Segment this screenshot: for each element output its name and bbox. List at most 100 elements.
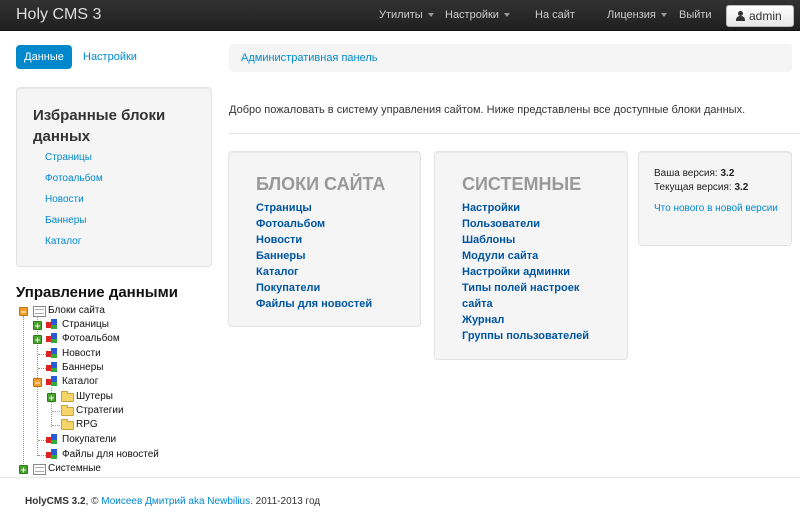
tree-label: Страницы bbox=[62, 319, 109, 330]
collapse-icon[interactable]: − bbox=[33, 378, 42, 388]
footer-product: HolyCMS 3.2 bbox=[25, 496, 86, 507]
collapse-icon[interactable]: − bbox=[19, 307, 28, 317]
current-version-label: Текущая версия: bbox=[654, 182, 732, 193]
nav-logout-link[interactable]: Выйти bbox=[679, 9, 712, 21]
tab-data[interactable]: Данные bbox=[16, 45, 72, 69]
site-link-catalog[interactable]: Каталог bbox=[256, 266, 299, 278]
favorite-link-pages[interactable]: Страницы bbox=[45, 152, 92, 163]
tree-guide bbox=[38, 368, 46, 369]
favorite-link-news[interactable]: Новости bbox=[45, 194, 84, 205]
welcome-text: Добро пожаловать в систему управления са… bbox=[229, 104, 746, 116]
favorites-panel: Избранные блоки данных Страницы Фотоальб… bbox=[16, 87, 212, 267]
tree-label: Шутеры bbox=[76, 391, 113, 402]
tab-settings[interactable]: Настройки bbox=[83, 51, 137, 63]
nav-to-site-link[interactable]: На сайт bbox=[535, 9, 575, 21]
nav-license-menu[interactable]: Лицензия bbox=[607, 9, 667, 21]
system-link-users[interactable]: Пользователи bbox=[462, 218, 540, 230]
tree-guide bbox=[52, 425, 60, 426]
footer-years: 2011-2013 год bbox=[252, 496, 321, 507]
block-icon bbox=[46, 333, 59, 344]
breadcrumb: Административная панель bbox=[229, 44, 792, 72]
site-link-news[interactable]: Новости bbox=[256, 234, 302, 246]
footer-text: HolyCMS 3.2, © Моисеев Дмитрий aka Newbi… bbox=[25, 496, 320, 507]
expand-icon[interactable]: + bbox=[47, 393, 56, 403]
tree-label: Баннеры bbox=[62, 362, 104, 373]
site-link-news-files[interactable]: Файлы для новостей bbox=[256, 298, 372, 310]
site-link-album[interactable]: Фотоальбом bbox=[256, 218, 325, 230]
system-link-templates[interactable]: Шаблоны bbox=[462, 234, 515, 246]
site-link-buyers[interactable]: Покупатели bbox=[256, 282, 320, 294]
block-icon bbox=[46, 362, 59, 373]
tree-label: Новости bbox=[62, 348, 101, 359]
footer: HolyCMS 3.2, © Моисеев Дмитрий aka Newbi… bbox=[0, 477, 800, 515]
current-version-value: 3.2 bbox=[734, 182, 749, 193]
footer-copyright: , © bbox=[85, 496, 102, 507]
your-version-value: 3.2 bbox=[720, 168, 735, 179]
expand-icon[interactable]: + bbox=[33, 321, 42, 331]
system-link-modules[interactable]: Модули сайта bbox=[462, 250, 538, 262]
site-link-pages[interactable]: Страницы bbox=[256, 202, 312, 214]
version-panel: Ваша версия: 3.2 Текущая версия: 3.2 Что… bbox=[638, 151, 792, 246]
tree-guide bbox=[38, 440, 46, 441]
tree-label: Стратегии bbox=[76, 405, 124, 416]
tree-label: Файлы для новостей bbox=[62, 449, 159, 460]
current-version: Текущая версия: 3.2 bbox=[654, 182, 748, 193]
nav-license-label: Лицензия bbox=[607, 9, 656, 21]
system-link-field-types-cont[interactable]: сайта bbox=[462, 298, 493, 310]
nav-utilities-menu[interactable]: Утилиты bbox=[379, 9, 434, 21]
breadcrumb-link[interactable]: Административная панель bbox=[241, 52, 378, 64]
nav-utilities-label: Утилиты bbox=[379, 9, 423, 21]
favorites-title: Избранные блоки данных bbox=[33, 107, 166, 145]
system-link-user-groups[interactable]: Группы пользователей bbox=[462, 330, 589, 342]
block-icon bbox=[46, 434, 59, 445]
site-blocks-card: БЛОКИ САЙТА Страницы Фотоальбом Новости … bbox=[228, 151, 421, 327]
tree-label: Покупатели bbox=[62, 434, 117, 445]
site-link-banners[interactable]: Баннеры bbox=[256, 250, 306, 262]
site-blocks-title: БЛОКИ САЙТА bbox=[256, 174, 386, 194]
system-link-journal[interactable]: Журнал bbox=[462, 314, 504, 326]
divider bbox=[229, 133, 800, 134]
your-version: Ваша версия: 3.2 bbox=[654, 168, 734, 179]
brand-logo[interactable]: Holy CMS 3 bbox=[16, 6, 101, 24]
expand-icon[interactable]: + bbox=[33, 335, 42, 345]
system-link-settings[interactable]: Настройки bbox=[462, 202, 520, 214]
block-icon bbox=[46, 319, 59, 330]
favorite-link-album[interactable]: Фотоальбом bbox=[45, 173, 103, 184]
favorite-link-catalog[interactable]: Каталог bbox=[45, 236, 81, 247]
manage-title: Управление данными bbox=[16, 284, 178, 301]
user-icon bbox=[736, 11, 745, 21]
caret-down-icon bbox=[427, 13, 434, 18]
tree-guide bbox=[38, 354, 46, 355]
blocks-icon bbox=[33, 464, 46, 475]
system-blocks-title: СИСТЕМНЫЕ bbox=[462, 174, 582, 194]
block-icon bbox=[46, 449, 59, 460]
tree-label: Блоки сайта bbox=[48, 305, 105, 316]
top-navbar: Holy CMS 3 Утилиты Настройки На сайт Лиц… bbox=[0, 0, 800, 31]
tree-label: Фотоальбом bbox=[62, 333, 120, 344]
block-icon bbox=[46, 348, 59, 359]
system-blocks-card: СИСТЕМНЫЕ Настройки Пользователи Шаблоны… bbox=[434, 151, 628, 360]
system-link-field-types[interactable]: Типы полей настроек bbox=[462, 282, 579, 294]
tree-label: Каталог bbox=[62, 376, 99, 387]
tree-label: RPG bbox=[76, 419, 98, 430]
tree-label: Системные bbox=[48, 463, 101, 474]
user-name: admin bbox=[749, 9, 782, 23]
user-button[interactable]: admin bbox=[726, 5, 794, 27]
your-version-label: Ваша версия: bbox=[654, 168, 718, 179]
favorite-link-banners[interactable]: Баннеры bbox=[45, 215, 86, 226]
expand-icon[interactable]: + bbox=[19, 465, 28, 475]
tree-guide bbox=[38, 455, 46, 456]
folder-icon bbox=[61, 391, 74, 402]
folder-icon bbox=[61, 419, 74, 430]
nav-settings-label: Настройки bbox=[445, 9, 499, 21]
system-link-admin-settings[interactable]: Настройки админки bbox=[462, 266, 570, 278]
whats-new-link[interactable]: Что нового в новой версии bbox=[654, 201, 784, 216]
blocks-icon bbox=[33, 306, 46, 317]
block-icon bbox=[46, 376, 59, 387]
tree-guide bbox=[23, 316, 24, 468]
caret-down-icon bbox=[660, 13, 667, 18]
folder-icon bbox=[61, 405, 74, 416]
nav-settings-menu[interactable]: Настройки bbox=[445, 9, 510, 21]
footer-author-link[interactable]: Моисеев Дмитрий aka Newbilius. bbox=[101, 496, 253, 507]
caret-down-icon bbox=[503, 13, 510, 18]
